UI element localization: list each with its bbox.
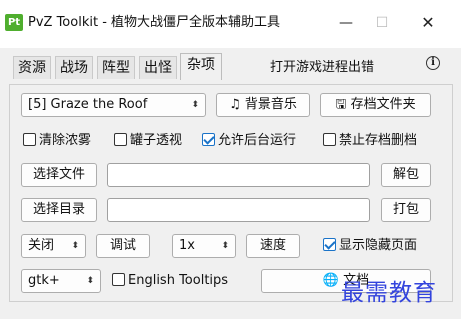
music-note-icon: ♫: [229, 97, 245, 112]
music-button-label: 背景音乐: [244, 97, 297, 112]
dir-path-input[interactable]: [107, 198, 370, 222]
app-icon: Pt: [5, 14, 23, 31]
checkbox-box[interactable]: [114, 133, 127, 146]
background-run-label: 允许后台运行: [218, 133, 297, 148]
choose-file-button[interactable]: 选择文件: [21, 163, 97, 187]
minimize-button[interactable]: —: [326, 10, 366, 36]
watermark-text: 最需教育: [341, 280, 437, 306]
debug-mode-value: 关闭: [28, 238, 55, 253]
choose-dir-button[interactable]: 选择目录: [21, 198, 97, 222]
show-hidden-pages-label: 显示隐藏页面: [339, 238, 418, 253]
checkbox-box-checked[interactable]: [323, 238, 336, 251]
speed-select[interactable]: 1x ⬍: [172, 234, 236, 258]
gui-style-select[interactable]: gtk+ ⬍: [21, 269, 101, 293]
save-folder-button-label: 存档文件夹: [350, 97, 416, 112]
process-status-text: 打开游戏进程出错: [270, 60, 375, 75]
show-hidden-pages-checkbox[interactable]: 显示隐藏页面: [323, 237, 417, 255]
title-bar: Pt PvZ Toolkit - 植物大战僵尸全版本辅助工具 — ☐ ✕: [0, 0, 461, 48]
gui-style-value: gtk+: [28, 273, 60, 288]
unpack-button[interactable]: 解包: [381, 163, 431, 187]
vase-xray-label: 罐子透视: [130, 133, 183, 148]
info-icon[interactable]: i: [426, 56, 440, 70]
no-delete-save-label: 禁止存档删档: [339, 133, 418, 148]
updown-arrow-icon: ⬍: [71, 241, 79, 251]
window-title: PvZ Toolkit - 植物大战僵尸全版本辅助工具: [28, 15, 281, 30]
no-delete-save-checkbox[interactable]: 禁止存档删档: [323, 132, 417, 150]
pack-button[interactable]: 打包: [381, 198, 431, 222]
level-select[interactable]: [5] Graze the Roof ⬍: [21, 93, 206, 117]
checkbox-box-checked[interactable]: [202, 133, 215, 146]
maximize-button[interactable]: ☐: [362, 10, 402, 36]
english-tooltips-checkbox[interactable]: English Tooltips: [112, 272, 228, 290]
misc-panel: [5] Graze the Roof ⬍ ♫ 背景音乐 🖫 存档文件夹 清除浓雾…: [9, 84, 453, 302]
clear-fog-checkbox[interactable]: 清除浓雾: [23, 132, 91, 150]
checkbox-box[interactable]: [23, 133, 36, 146]
checkbox-box[interactable]: [112, 273, 125, 286]
english-tooltips-label: English Tooltips: [128, 273, 229, 288]
tab-resources[interactable]: 资源: [13, 56, 51, 79]
debug-mode-select[interactable]: 关闭 ⬍: [21, 234, 86, 258]
debug-button[interactable]: 调试: [96, 234, 150, 258]
updown-arrow-icon: ⬍: [221, 241, 229, 251]
speed-value: 1x: [179, 238, 195, 253]
updown-arrow-icon: ⬍: [86, 276, 94, 286]
background-run-checkbox[interactable]: 允许后台运行: [202, 132, 296, 150]
updown-arrow-icon: ⬍: [191, 100, 199, 110]
clear-fog-label: 清除浓雾: [39, 133, 92, 148]
speed-button[interactable]: 速度: [246, 234, 300, 258]
tab-battlefield[interactable]: 战场: [55, 56, 93, 79]
tab-formation[interactable]: 阵型: [97, 56, 135, 79]
music-button[interactable]: ♫ 背景音乐: [216, 93, 310, 117]
level-select-value: [5] Graze the Roof: [28, 97, 148, 112]
save-folder-button[interactable]: 🖫 存档文件夹: [320, 93, 431, 117]
tab-misc[interactable]: 杂项: [180, 53, 222, 80]
checkbox-box[interactable]: [323, 133, 336, 146]
tab-spawn[interactable]: 出怪: [139, 56, 177, 79]
floppy-disk-icon: 🖫: [335, 97, 351, 112]
close-button[interactable]: ✕: [408, 10, 448, 36]
file-path-input[interactable]: [107, 163, 370, 187]
vase-xray-checkbox[interactable]: 罐子透视: [114, 132, 182, 150]
